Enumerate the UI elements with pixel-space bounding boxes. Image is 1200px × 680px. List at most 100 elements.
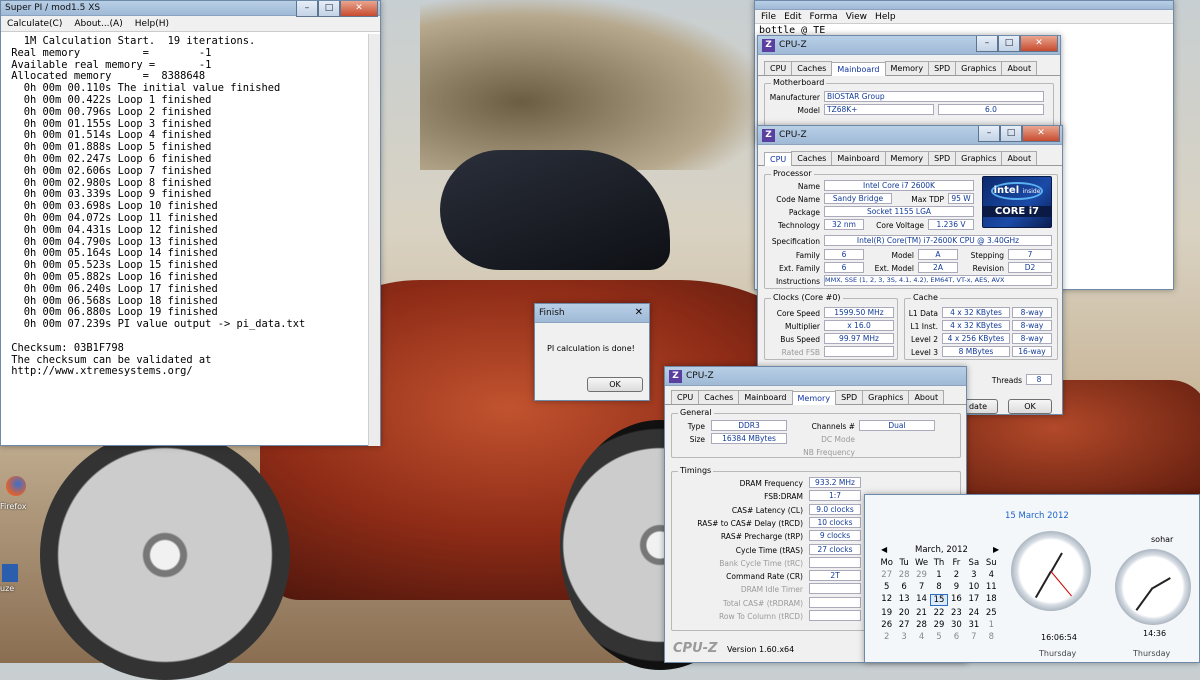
calendar-day[interactable]: 14	[913, 594, 930, 606]
tab-mainboard[interactable]: Mainboard	[738, 390, 793, 404]
tab-spd[interactable]: SPD	[928, 61, 957, 75]
notepad-menu-view[interactable]: View	[846, 12, 867, 22]
notepad-menu-file[interactable]: File	[761, 12, 776, 22]
calendar-day[interactable]: 28	[895, 570, 912, 580]
close-button[interactable]: ✕	[340, 1, 378, 17]
calendar-day[interactable]: 19	[878, 608, 895, 618]
finish-titlebar[interactable]: Finish	[535, 304, 649, 323]
cache-group-title: Cache	[911, 293, 940, 302]
tab-about[interactable]: About	[1001, 61, 1038, 75]
calendar-day[interactable]: 4	[913, 632, 930, 642]
tab-mainboard[interactable]: Mainboard	[831, 151, 886, 165]
calendar-day[interactable]: 30	[948, 620, 965, 630]
cpuz-cpu-ok-button[interactable]: OK	[1008, 399, 1052, 414]
tab-memory[interactable]: Memory	[884, 151, 930, 165]
calendar-day[interactable]: 13	[895, 594, 912, 606]
calendar-day[interactable]: 27	[895, 620, 912, 630]
calendar-day[interactable]: 1	[983, 620, 1000, 630]
calendar-day[interactable]: 22	[930, 608, 947, 618]
menu-about[interactable]: About...(A)	[74, 19, 122, 29]
calendar-day[interactable]: 3	[895, 632, 912, 642]
calendar-day[interactable]: 3	[965, 570, 982, 580]
calendar-day[interactable]: 20	[895, 608, 912, 618]
calendar-day[interactable]: 6	[895, 582, 912, 592]
calendar-day[interactable]: 6	[948, 632, 965, 642]
calendar-day[interactable]: 29	[930, 620, 947, 630]
intel-logo-inside: inside	[1022, 188, 1041, 195]
calendar-day[interactable]: 18	[983, 594, 1000, 606]
tab-about[interactable]: About	[908, 390, 945, 404]
tab-spd[interactable]: SPD	[928, 151, 957, 165]
tab-caches[interactable]: Caches	[791, 151, 833, 165]
calendar-day[interactable]: 27	[878, 570, 895, 580]
maximize-button[interactable]: □	[318, 1, 340, 17]
cpuz-mem-titlebar[interactable]: Z CPU-Z	[665, 367, 966, 386]
calendar-day[interactable]: 17	[965, 594, 982, 606]
maximize-button[interactable]: □	[998, 36, 1020, 52]
tab-graphics[interactable]: Graphics	[862, 390, 910, 404]
calendar-day[interactable]: 8	[930, 582, 947, 592]
superpi-scrollbar[interactable]	[368, 34, 380, 446]
calendar-date-link[interactable]: 15 March 2012	[1005, 511, 1069, 521]
finish-close-button[interactable]: ✕	[635, 307, 643, 318]
menu-help[interactable]: Help(H)	[135, 19, 169, 29]
minimize-button[interactable]: –	[978, 126, 1000, 142]
close-button[interactable]: ✕	[1022, 126, 1060, 142]
calendar-day[interactable]: 7	[913, 582, 930, 592]
calendar-day[interactable]: 31	[965, 620, 982, 630]
family-label: Family	[795, 251, 820, 260]
calendar-day[interactable]: 7	[965, 632, 982, 642]
calendar-day[interactable]: 23	[948, 608, 965, 618]
calendar-day[interactable]: 9	[948, 582, 965, 592]
tab-mainboard[interactable]: Mainboard	[831, 62, 886, 76]
tab-memory[interactable]: Memory	[791, 391, 837, 405]
tab-graphics[interactable]: Graphics	[955, 61, 1003, 75]
calendar-day[interactable]: 29	[913, 570, 930, 580]
minimize-button[interactable]: –	[976, 36, 998, 52]
calendar-day[interactable]: 16	[948, 594, 965, 606]
notepad-menu-format[interactable]: Forma	[810, 12, 838, 22]
calendar-day[interactable]: 26	[878, 620, 895, 630]
tab-spd[interactable]: SPD	[835, 390, 864, 404]
calendar-day[interactable]: 24	[965, 608, 982, 618]
minimize-button[interactable]: –	[296, 1, 318, 17]
calendar-day[interactable]: 2	[948, 570, 965, 580]
calendar-day[interactable]: 4	[983, 570, 1000, 580]
calendar-day[interactable]: 8	[983, 632, 1000, 642]
cpu-name-value: Intel Core i7 2600K	[824, 180, 974, 191]
calendar-day[interactable]: 25	[983, 608, 1000, 618]
menu-calculate[interactable]: Calculate(C)	[7, 19, 62, 29]
codename-label: Code Name	[776, 195, 820, 204]
calendar-day[interactable]: 11	[983, 582, 1000, 592]
timing-value: 9.0 clocks	[809, 503, 861, 515]
calendar-month[interactable]: March, 2012	[915, 545, 968, 555]
calendar-day[interactable]: 12	[878, 594, 895, 606]
calendar-day[interactable]: 15	[930, 594, 948, 606]
notepad-menu-help[interactable]: Help	[875, 12, 896, 22]
tab-about[interactable]: About	[1001, 151, 1038, 165]
calendar-day[interactable]: 5	[878, 582, 895, 592]
calendar-day[interactable]: 28	[913, 620, 930, 630]
calendar-day[interactable]: 10	[965, 582, 982, 592]
notepad-menu-edit[interactable]: Edit	[784, 12, 801, 22]
tab-caches[interactable]: Caches	[698, 390, 740, 404]
tab-memory[interactable]: Memory	[884, 61, 930, 75]
tab-cpu[interactable]: CPU	[671, 390, 700, 404]
tab-graphics[interactable]: Graphics	[955, 151, 1003, 165]
maximize-button[interactable]: □	[1000, 126, 1022, 142]
firefox-desktop-icon[interactable]: Firefox	[0, 470, 32, 530]
tab-cpu[interactable]: CPU	[764, 61, 793, 75]
calendar-next-icon[interactable]: ▶	[993, 545, 999, 554]
calendar-day[interactable]: 21	[913, 608, 930, 618]
calendar-prev-icon[interactable]: ◀	[881, 545, 887, 554]
cpuz-cpu-tabs: CPU Caches Mainboard Memory SPD Graphics…	[758, 145, 1062, 166]
desktop-app-icon[interactable]: uze	[0, 562, 20, 602]
calendar-day[interactable]: 1	[930, 570, 947, 580]
close-button[interactable]: ✕	[1020, 36, 1058, 52]
stepping-value: 7	[1008, 249, 1052, 260]
tab-cpu[interactable]: CPU	[764, 152, 793, 166]
calendar-day[interactable]: 5	[930, 632, 947, 642]
calendar-day[interactable]: 2	[878, 632, 895, 642]
tab-caches[interactable]: Caches	[791, 61, 833, 75]
finish-ok-button[interactable]: OK	[587, 377, 643, 392]
